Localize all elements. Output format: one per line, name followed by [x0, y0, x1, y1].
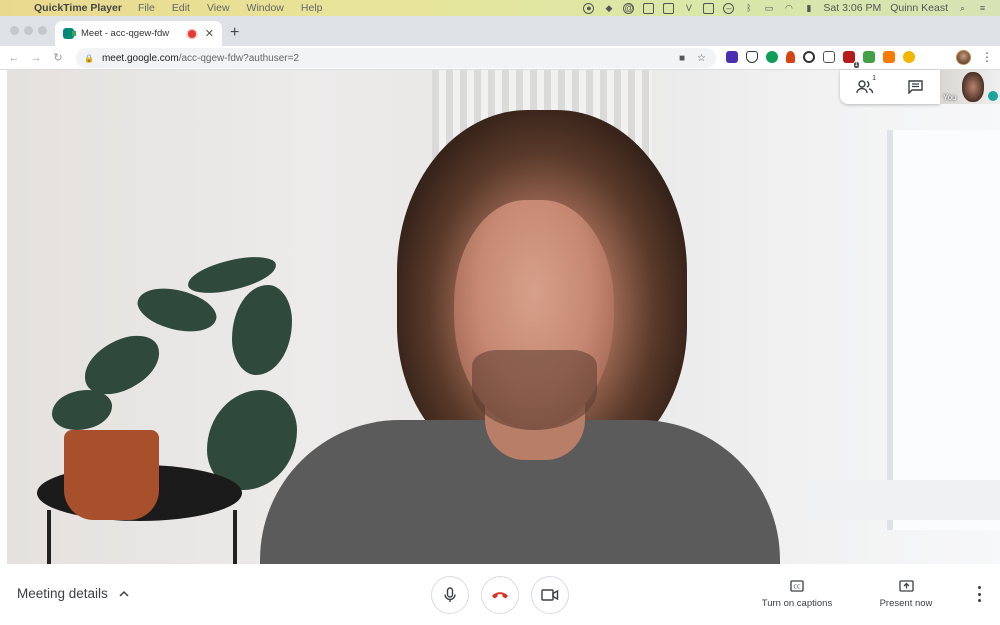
- captions-button[interactable]: CC Turn on captions: [758, 580, 836, 609]
- plant-pot: [64, 430, 159, 520]
- airplay-icon[interactable]: ▭: [763, 3, 774, 14]
- video-camera-icon: [541, 589, 559, 601]
- grammarly-icon[interactable]: [803, 51, 815, 63]
- zoom-window-button[interactable]: [38, 26, 47, 35]
- bookmark-star-icon[interactable]: ☆: [697, 53, 706, 64]
- app-menu[interactable]: QuickTime Player: [34, 2, 122, 14]
- plant-leaf: [232, 285, 292, 375]
- browser-menu-icon[interactable]: ⋮: [981, 50, 993, 64]
- profile-avatar[interactable]: [956, 50, 971, 65]
- new-tab-button[interactable]: +: [230, 24, 239, 42]
- self-view-label: You: [943, 93, 957, 102]
- audio-level-icon: [988, 91, 998, 101]
- menu-edit[interactable]: Edit: [172, 2, 190, 14]
- tab-title: Meet - acc-qgew-fdw: [81, 28, 170, 39]
- window-icon[interactable]: [663, 2, 675, 14]
- svg-text:CC: CC: [794, 584, 801, 590]
- screenshot-icon[interactable]: [643, 2, 655, 14]
- present-screen-icon: [898, 580, 914, 592]
- omnibox-actions: ■ ☆: [679, 53, 716, 64]
- extensions-row: 1: [726, 51, 915, 68]
- present-label: Present now: [879, 598, 933, 609]
- camera-in-use-icon[interactable]: ■: [679, 53, 685, 64]
- extension-tag-icon[interactable]: [823, 51, 835, 63]
- hang-up-icon: [492, 592, 508, 599]
- address-bar[interactable]: 🔒 meet.google.com /acc-qgew-fdw?authuser…: [76, 48, 716, 68]
- bluetooth-icon[interactable]: ᛒ: [743, 3, 754, 14]
- chat-icon: [907, 80, 923, 94]
- menu-window[interactable]: Window: [247, 2, 284, 14]
- battery-icon[interactable]: ▮: [803, 3, 814, 14]
- user-name[interactable]: Quinn Keast: [890, 2, 948, 14]
- mac-menu-bar: QuickTime Player File Edit View Window H…: [0, 0, 1000, 16]
- meeting-details-toggle[interactable]: Meeting details: [17, 586, 130, 601]
- closed-captions-icon: CC: [790, 580, 804, 592]
- extension-green-icon[interactable]: [863, 51, 875, 63]
- dnd-icon[interactable]: –: [723, 2, 735, 14]
- participant-count: 1: [872, 75, 876, 82]
- lock-icon[interactable]: 🔒: [84, 54, 94, 63]
- side-table-legs: [47, 510, 237, 564]
- app-status-icon[interactable]: [703, 2, 715, 14]
- reload-icon[interactable]: ↻: [47, 51, 69, 64]
- screen: QuickTime Player File Edit View Window H…: [0, 0, 1000, 625]
- dropbox-icon[interactable]: ◆: [603, 3, 614, 14]
- chat-button[interactable]: [904, 77, 926, 97]
- record-status-icon[interactable]: ●: [583, 2, 595, 14]
- browser-toolbar: ← → ↻ 🔒 meet.google.com /acc-qgew-fdw?au…: [0, 46, 1000, 70]
- microphone-button[interactable]: [431, 576, 469, 614]
- minimize-window-button[interactable]: [24, 26, 33, 35]
- extension-chat-icon[interactable]: [766, 51, 778, 63]
- tab-strip: Meet - acc-qgew-fdw ✕ +: [0, 16, 1000, 46]
- participant-beard: [472, 350, 597, 430]
- meet-top-controls: 1: [840, 70, 940, 104]
- video-background-shelf: [807, 480, 1000, 520]
- end-call-button[interactable]: [481, 576, 519, 614]
- extension-yellow-icon[interactable]: [903, 51, 915, 63]
- meet-favicon-icon: [63, 28, 76, 39]
- meet-bottom-bar: Meeting details CC Turn on captions Pres…: [0, 564, 1000, 625]
- more-options-icon[interactable]: [973, 586, 985, 602]
- notification-center-icon[interactable]: ≡: [977, 3, 988, 14]
- extension-orange-icon[interactable]: [786, 51, 795, 63]
- status-menus: ● ◆ @ V – ᛒ ▭ ◠ ▮ Sat 3:06 PM Quinn Keas…: [583, 2, 1000, 14]
- video-background-window: [887, 130, 1000, 530]
- self-view-tile[interactable]: You: [940, 70, 1000, 104]
- microphone-icon: [444, 587, 456, 602]
- tab-close-icon[interactable]: ✕: [205, 27, 214, 40]
- kebab-dot: [977, 592, 981, 596]
- back-icon[interactable]: ←: [3, 52, 25, 64]
- ublock-icon[interactable]: 1: [843, 51, 859, 68]
- chevron-up-icon: [119, 590, 129, 597]
- people-icon: [856, 80, 874, 94]
- menu-view[interactable]: View: [207, 2, 230, 14]
- extension-chart-icon[interactable]: [883, 51, 895, 63]
- self-view-person: [962, 72, 984, 102]
- recording-indicator-icon: [187, 29, 196, 38]
- kebab-dot: [977, 599, 981, 602]
- plant-leaf: [52, 390, 112, 430]
- camera-button[interactable]: [531, 576, 569, 614]
- tab-meet[interactable]: Meet - acc-qgew-fdw ✕: [55, 21, 222, 46]
- kebab-dot: [977, 586, 981, 589]
- forward-icon[interactable]: →: [25, 52, 47, 64]
- menu-help[interactable]: Help: [301, 2, 323, 14]
- participants-button[interactable]: 1: [854, 75, 876, 97]
- extension-1-icon[interactable]: [726, 51, 738, 63]
- captions-label: Turn on captions: [761, 598, 833, 609]
- close-window-button[interactable]: [10, 26, 19, 35]
- meeting-details-label: Meeting details: [17, 586, 108, 601]
- extension-badge: 1: [853, 62, 859, 68]
- vectorize-icon[interactable]: V: [683, 3, 694, 14]
- participant-video: [7, 70, 1000, 564]
- clock[interactable]: Sat 3:06 PM: [823, 2, 881, 14]
- url-path: /acc-qgew-fdw?authuser=2: [178, 52, 300, 64]
- wifi-icon[interactable]: ◠: [783, 3, 794, 14]
- pocket-icon[interactable]: [746, 51, 758, 63]
- menu-file[interactable]: File: [138, 2, 155, 14]
- url-host: meet.google.com: [101, 52, 179, 64]
- spotlight-search-icon[interactable]: ⌕: [957, 3, 968, 14]
- present-now-button[interactable]: Present now: [874, 580, 938, 609]
- at-sign-icon[interactable]: @: [623, 2, 635, 14]
